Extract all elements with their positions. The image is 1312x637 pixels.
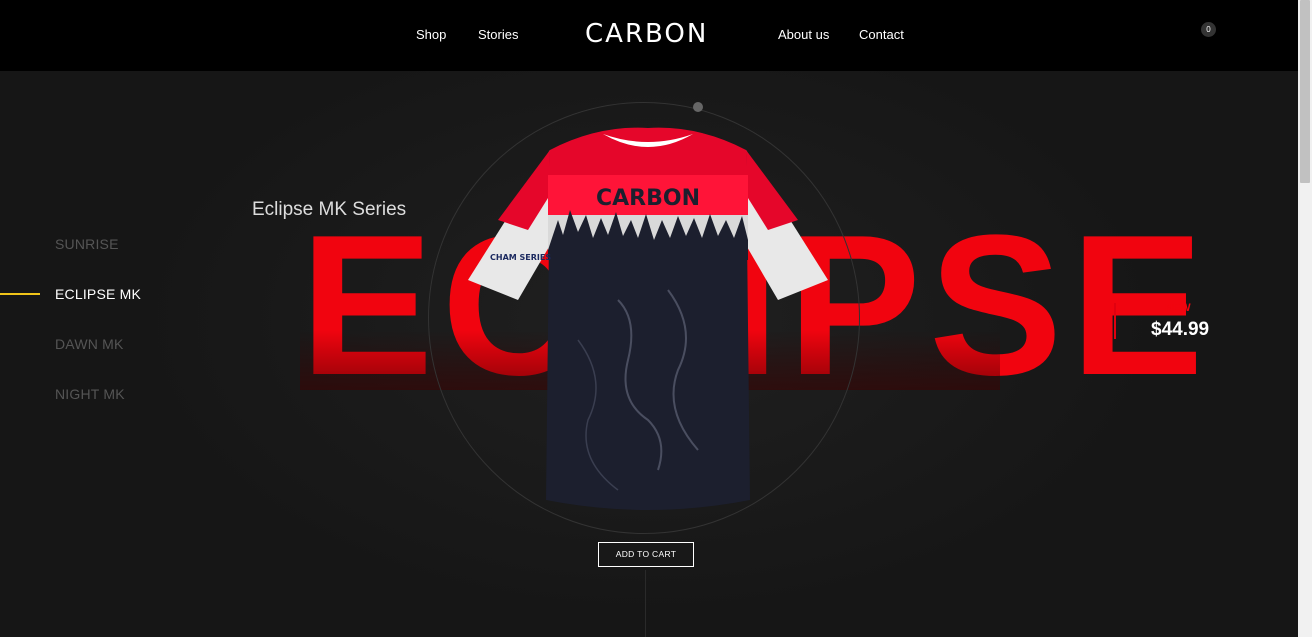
series-menu-item[interactable]: NIGHT MK bbox=[55, 386, 125, 402]
series-menu-item[interactable]: ECLIPSE MK bbox=[55, 286, 141, 302]
nav-shop[interactable]: Shop bbox=[416, 27, 446, 43]
scrollbar-thumb[interactable] bbox=[1300, 0, 1310, 183]
price-divider bbox=[1114, 303, 1116, 339]
series-menu-item[interactable]: SUNRISE bbox=[55, 236, 119, 252]
product-shirt-image: CARBON CHAM SERIES bbox=[468, 127, 828, 510]
sleeve-text: CHAM SERIES bbox=[490, 253, 551, 262]
add-to-cart-button[interactable]: ADD TO CART bbox=[598, 542, 694, 567]
series-menu-item[interactable]: DAWN MK bbox=[55, 336, 124, 352]
active-indicator bbox=[0, 293, 40, 295]
hero-stage: ECLIPSE Eclipse MK Series CARBON CHAM SE… bbox=[0, 0, 1298, 637]
shirt-brand-text: CARBON bbox=[596, 186, 700, 211]
series-title: Eclipse MK Series bbox=[252, 199, 407, 220]
cart-count-badge[interactable]: 0 bbox=[1201, 22, 1216, 37]
nav-contact[interactable]: Contact bbox=[859, 27, 904, 43]
nav-about[interactable]: About us bbox=[778, 27, 829, 43]
product-price: $44.99 bbox=[1151, 319, 1210, 340]
nav-stories[interactable]: Stories bbox=[478, 27, 518, 43]
scroll-guide-line bbox=[645, 570, 646, 637]
new-badge: NEW bbox=[1165, 302, 1191, 314]
site-header: Shop Stories CARBON About us Contact 0 bbox=[0, 0, 1298, 71]
site-logo[interactable]: CARBON bbox=[585, 19, 709, 49]
orbit-handle[interactable] bbox=[693, 102, 703, 112]
